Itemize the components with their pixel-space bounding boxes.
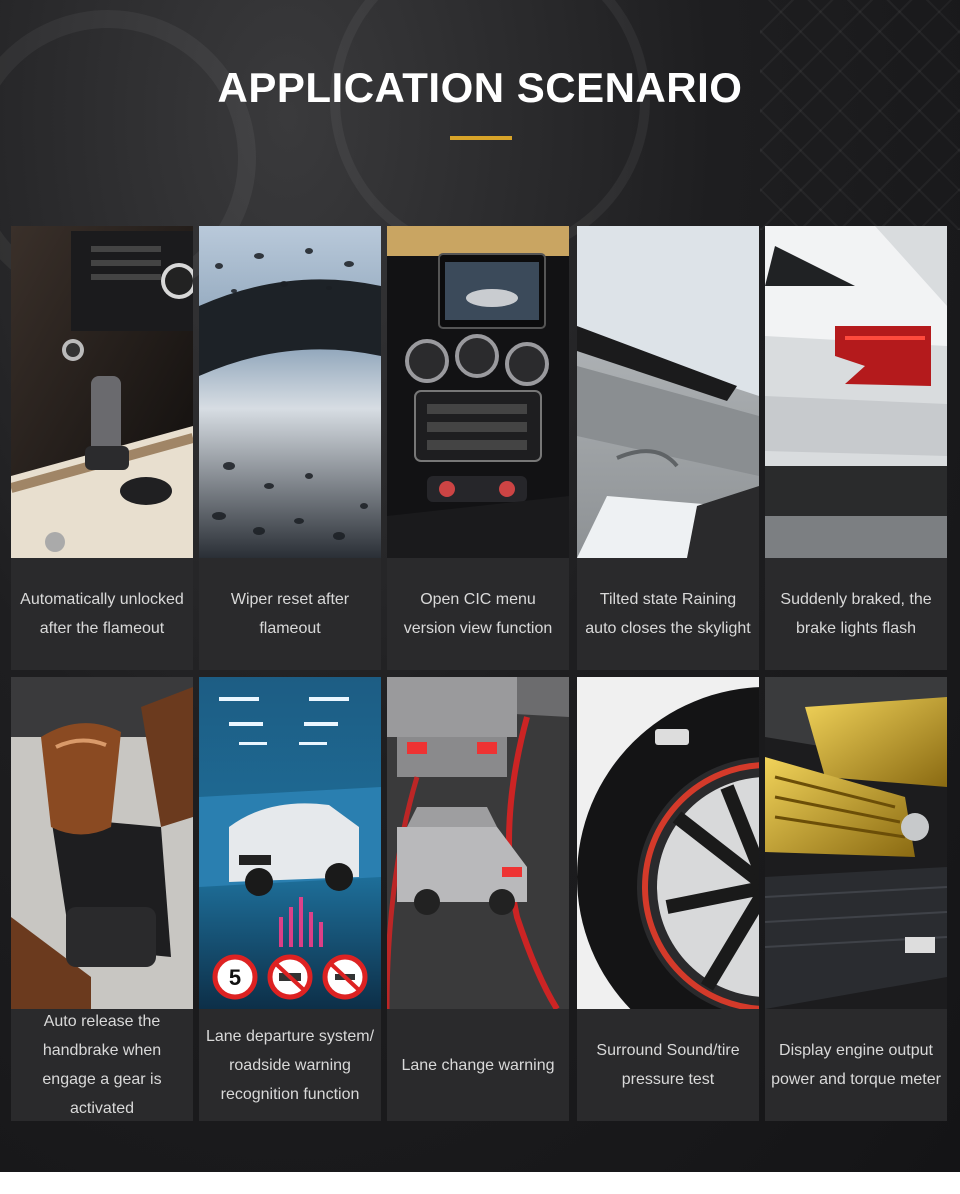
bottom-white-strip (0, 1172, 960, 1194)
page-title: APPLICATION SCENARIO (217, 64, 743, 111)
application-scenario-section: APPLICATION SCENARIO Automatically unloc… (0, 0, 960, 1172)
scenario-caption: Auto release the handbrake when engage a… (42, 1013, 162, 1117)
scenario-caption: Automatically unlocked after the flameou… (20, 591, 184, 637)
raindrops-on-windshield-image (199, 226, 381, 558)
scenario-card: Tilted state Raining auto closes the sky… (577, 226, 759, 670)
tire-close-up-image (577, 677, 759, 1009)
scenario-card: 5 Lane departure system/ roadside warnin… (199, 677, 381, 1121)
svg-text:5: 5 (229, 965, 241, 990)
scenario-caption: Suddenly braked, the brake lights flash (780, 591, 932, 637)
scenario-caption: Tilted state Raining auto closes the sky… (585, 591, 751, 637)
scenario-card: Display engine output power and torque m… (765, 677, 947, 1121)
scenario-caption: Lane departure system/ roadside warning … (205, 1027, 375, 1103)
scenario-card: Auto release the handbrake when engage a… (11, 677, 193, 1121)
scenario-caption: Open CIC menu version view function (403, 591, 553, 637)
title-underline (450, 136, 512, 140)
car-interior-gear-shifter-image (11, 226, 193, 558)
scenario-card: Surround Sound/tire pressure test (577, 677, 759, 1121)
scenario-card: Automatically unlocked after the flameou… (11, 226, 193, 670)
scenario-caption: Display engine output power and torque m… (771, 1042, 941, 1088)
steering-wheel-background-inner (330, 0, 650, 260)
quilted-seat-background (760, 0, 960, 230)
scenario-card: Lane change warning (387, 677, 569, 1121)
scenario-caption: Wiper reset after flameout (230, 591, 350, 637)
dashboard-screen-console-image (387, 226, 569, 558)
scenario-card: Suddenly braked, the brake lights flash (765, 226, 947, 670)
tilted-sunroof-image (577, 226, 759, 558)
scenario-card: Wiper reset after flameout (199, 226, 381, 670)
car-in-tunnel-road-signs-image: 5 (199, 677, 381, 1009)
scenario-caption: Lane change warning (401, 1056, 555, 1074)
scenario-caption: Surround Sound/tire pressure test (596, 1042, 740, 1088)
gold-engine-bay-image (765, 677, 947, 1009)
scenario-card: Open CIC menu version view function (387, 226, 569, 670)
wood-gear-knob-image (11, 677, 193, 1009)
truck-and-car-lane-image (387, 677, 569, 1009)
rear-brake-light-image (765, 226, 947, 558)
